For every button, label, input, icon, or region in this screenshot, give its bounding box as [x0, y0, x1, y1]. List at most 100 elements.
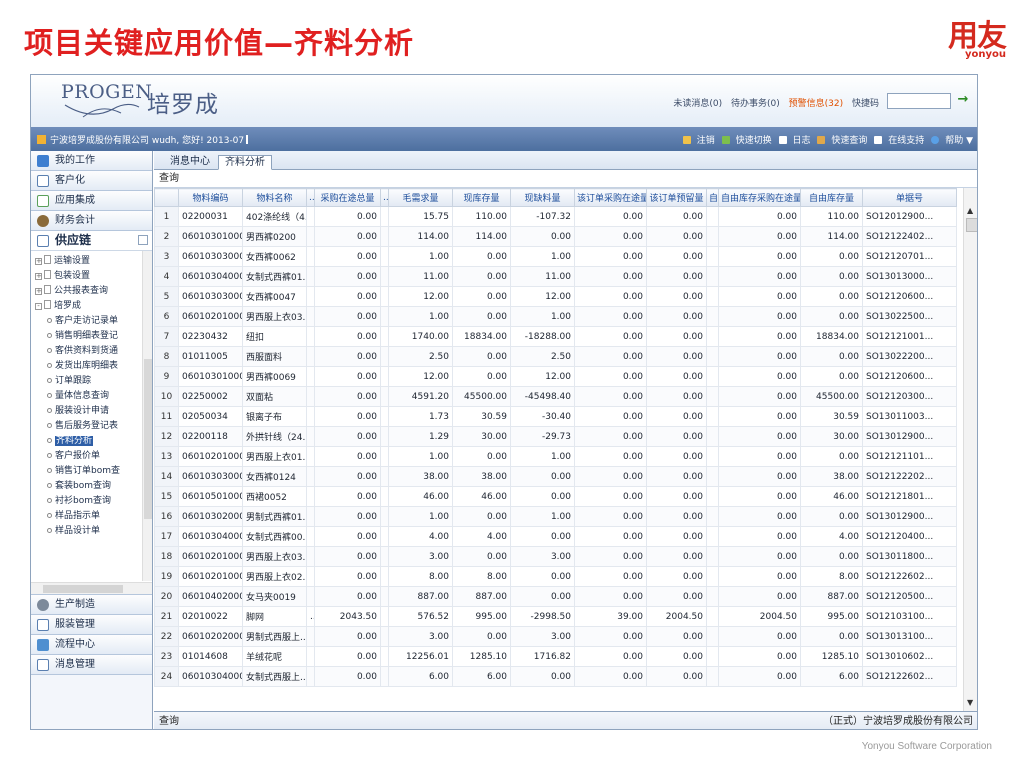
table-cell: 0.00 — [452, 626, 511, 647]
table-cell: 0.00 — [646, 226, 707, 247]
online-support-link[interactable]: 在线支持 — [874, 136, 924, 146]
table-row[interactable]: 8 01011005 西服面料 0.00 2.50 0.00 2.50 0.00 0.00 0.0… — [154, 346, 957, 367]
table-row[interactable]: 1306010201000...男西服上衣01...0.001.000.001.… — [154, 446, 957, 467]
go-arrow-icon[interactable]: → — [955, 92, 971, 108]
scroll-up-icon[interactable]: ▲ — [967, 206, 973, 215]
table-row[interactable]: 2206010202000...男制式西服上...0.003.000.003.0… — [154, 626, 957, 647]
tree-node[interactable]: + 运输设置 — [35, 255, 90, 268]
user-info: 宁波培罗成股份有限公司 wudh, 您好! 2013-07 — [37, 133, 253, 146]
table-cell: 0.00 — [718, 246, 801, 267]
tree-leaf[interactable]: 发货出库明细表 — [47, 360, 118, 373]
tree-vertical-scrollbar[interactable] — [142, 251, 152, 581]
tree-leaf[interactable]: 销售明细表登记 — [47, 330, 118, 343]
table-row[interactable]: 1706010304000...女制式西裤00...0.004.004.000.… — [154, 526, 957, 547]
unread-messages-link[interactable]: 未读消息(0) — [673, 99, 722, 109]
logout-link[interactable]: 注销 — [682, 136, 715, 146]
table-row[interactable]: 206010301000...男西裤02000.00114.00114.000.… — [154, 226, 957, 247]
tree-leaf-selected[interactable]: 齐料分析 — [47, 435, 94, 448]
help-link[interactable]: 帮助 ▼ — [931, 136, 973, 146]
column-header[interactable]: 现缺料量 — [510, 188, 575, 207]
module-my-work[interactable]: 我的工作 — [31, 151, 152, 171]
table-cell: 06010304000... — [178, 526, 243, 547]
tree-leaf[interactable]: 样品设计单 — [47, 525, 100, 538]
table-row[interactable]: 506010303000...女西裤00470.0012.000.0012.00… — [154, 286, 957, 307]
module-customization[interactable]: 客户化 — [31, 171, 152, 191]
tree-leaf[interactable]: 服装设计申请 — [47, 405, 109, 418]
tree-horizontal-scrollbar[interactable] — [31, 582, 152, 594]
tree-leaf[interactable]: 售后服务登记表 — [47, 420, 118, 433]
tree-node[interactable]: + 公共报表查询 — [35, 285, 108, 298]
module-production[interactable]: 生产制造 — [31, 595, 152, 615]
table-row[interactable]: 1406010303000...女西裤01240.0038.0038.000.0… — [154, 466, 957, 487]
table-row[interactable]: 606010201000...男西服上衣03...0.001.000.001.0… — [154, 306, 957, 327]
module-app-integration[interactable]: 应用集成 — [31, 191, 152, 211]
table-cell — [306, 506, 315, 527]
table-row[interactable]: 2406010304000...女制式西服上...0.006.006.000.0… — [154, 666, 957, 687]
table-cell — [306, 546, 315, 567]
module-workflow[interactable]: 流程中心 — [31, 635, 152, 655]
column-header[interactable]: 该订单预留量 — [646, 188, 707, 207]
table-row[interactable]: 12 02200118 外拱针线（24... 0.00 1.29 30.00 -29.73 0… — [154, 426, 957, 447]
tree-leaf[interactable]: 销售订单bom查 — [47, 465, 120, 478]
column-header[interactable]: ... — [380, 188, 389, 207]
table-row[interactable]: 1506010501000...西裙00520.0046.0046.000.00… — [154, 486, 957, 507]
column-header[interactable]: 现库存量 — [452, 188, 511, 207]
table-row[interactable]: 1906010201000...男西服上衣02...0.008.008.000.… — [154, 566, 957, 587]
quick-switch-link[interactable]: 快速切换 — [721, 136, 772, 146]
quick-code-input[interactable] — [887, 93, 951, 109]
column-header[interactable]: ... — [306, 188, 315, 207]
table-row[interactable]: 10 02250002 双面粘 0.00 4591.20 45500.00 -45498.4… — [154, 386, 957, 407]
tree-leaf[interactable]: 客户报价单 — [47, 450, 100, 463]
scroll-thumb[interactable] — [144, 359, 152, 519]
table-row[interactable]: 906010301000...男西裤00690.0012.000.0012.00… — [154, 366, 957, 387]
scroll-thumb[interactable] — [43, 585, 123, 593]
table-row[interactable]: 11 02050034 银离子布 0.00 1.73 30.59 -30.40 0.00 0.0… — [154, 406, 957, 427]
scroll-down-icon[interactable]: ▼ — [967, 698, 973, 707]
table-row[interactable]: 7 02230432 纽扣 0.00 1740.00 18834.00 -18288.00 0… — [154, 326, 957, 347]
todo-link[interactable]: 待办事务(0) — [731, 99, 780, 109]
table-row[interactable]: 23 01014608 羊绒花呢 0.00 12256.01 1285.10 1716.82… — [154, 646, 957, 667]
column-header[interactable] — [154, 188, 179, 207]
tree-leaf[interactable]: 客供资料到货通 — [47, 345, 118, 358]
warning-link[interactable]: 预警信息(32) — [789, 99, 843, 109]
column-header[interactable]: 物料名称 — [242, 188, 307, 207]
log-link[interactable]: 日志 — [778, 136, 811, 146]
table-row[interactable]: 1806010201000...男西服上衣03...0.003.000.003.… — [154, 546, 957, 567]
scroll-thumb[interactable] — [966, 218, 977, 232]
tab-message-center[interactable]: 消息中心 — [164, 155, 216, 170]
tree-leaf[interactable]: 样品指示单 — [47, 510, 100, 523]
table-row[interactable]: 406010304000...女制式西裤01...0.0011.000.0011… — [154, 266, 957, 287]
module-apparel[interactable]: 服装管理 — [31, 615, 152, 635]
grid-vertical-scrollbar[interactable]: ▲ ▼ — [963, 188, 977, 711]
query-button[interactable]: 查询 — [154, 170, 977, 188]
table-cell: 0.00 — [646, 546, 707, 567]
tab-material-analysis[interactable]: 齐料分析 — [218, 155, 272, 170]
tree-leaf[interactable]: 量体信息查询 — [47, 390, 109, 403]
collapse-icon[interactable] — [138, 235, 148, 245]
table-row[interactable]: 2006010402000...女马夹00190.00887.00887.000… — [154, 586, 957, 607]
column-header[interactable]: 单据号 — [862, 188, 957, 207]
table-row[interactable]: 306010303000...女西裤00620.001.000.001.000.… — [154, 246, 957, 267]
tree-leaf[interactable]: 套装bom查询 — [47, 480, 111, 493]
table-row[interactable]: 102200031402涤纶线（4...0.0015.75110.00-107.… — [154, 206, 957, 227]
module-finance[interactable]: 财务会计 — [31, 211, 152, 231]
column-header[interactable]: 自由库存量 — [800, 188, 863, 207]
column-header[interactable]: 物料编码 — [178, 188, 243, 207]
tree-node[interactable]: - 培罗成 — [35, 300, 81, 313]
column-header[interactable]: 该订单采购在途量 — [574, 188, 647, 207]
column-header[interactable]: 采购在途总量 — [314, 188, 381, 207]
module-supply-chain[interactable]: 供应链 — [31, 231, 152, 251]
progen-logo: PROGEN 培罗成 — [61, 79, 231, 125]
table-row[interactable]: 2102010022脚网...2043.50576.52995.00-2998.… — [154, 606, 957, 627]
tree-leaf[interactable]: 订单跟踪 — [47, 375, 91, 388]
column-header[interactable]: 自... — [706, 188, 719, 207]
column-header[interactable]: 自由库存采购在途量 — [718, 188, 801, 207]
module-messages[interactable]: 消息管理 — [31, 655, 152, 675]
table-cell: 12.00 — [510, 366, 575, 387]
tree-leaf[interactable]: 客户走访记录单 — [47, 315, 118, 328]
column-header[interactable]: 毛需求量 — [388, 188, 453, 207]
quick-query-link[interactable]: 快速查询 — [817, 136, 867, 146]
tree-node[interactable]: + 包装设置 — [35, 270, 90, 283]
table-row[interactable]: 1606010302000...男制式西裤01...0.001.000.001.… — [154, 506, 957, 527]
tree-leaf[interactable]: 衬衫bom查询 — [47, 495, 111, 508]
